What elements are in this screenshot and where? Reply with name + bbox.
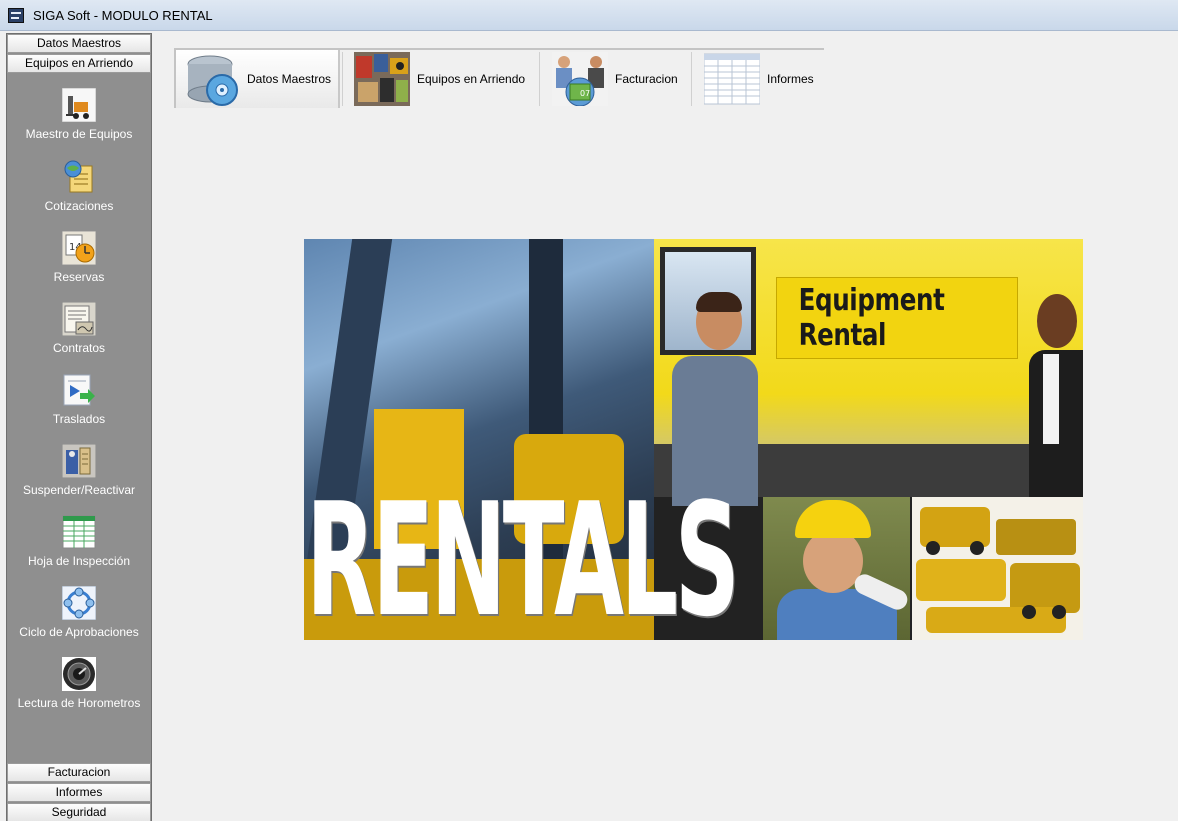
gauge-icon: [62, 657, 96, 691]
equipment-collage-icon: [354, 52, 410, 106]
rental-banner-image: Equipment Rental RENTALS: [304, 239, 1083, 640]
sidebar-section-informes[interactable]: Informes: [7, 783, 151, 802]
invoice-people-icon: 07: [552, 52, 608, 106]
toolbar-button-label: Facturacion: [615, 72, 678, 86]
contract-icon: [62, 302, 96, 336]
toolbar-separator: [342, 52, 343, 106]
toolbar-facturacion-button[interactable]: 07 Facturacion: [552, 50, 692, 108]
sidebar-item-reservas[interactable]: 14 Reservas: [7, 231, 151, 284]
construction-machines-photo: [912, 497, 1083, 640]
sidebar-item-hoja-de-inspeccion[interactable]: Hoja de Inspección: [7, 515, 151, 568]
toolbar-button-label: Informes: [767, 72, 814, 86]
toolbar-separator: [691, 52, 692, 106]
title-bar: SIGA Soft - MODULO RENTAL: [0, 0, 1178, 31]
database-disk-icon: [187, 55, 238, 106]
toolbar-button-label: Datos Maestros: [247, 72, 332, 86]
app-icon[interactable]: [8, 8, 24, 23]
toolbar-separator: [539, 52, 540, 106]
sidebar-item-maestro-de-equipos[interactable]: Maestro de Equipos: [7, 88, 151, 141]
sidebar: Datos Maestros Equipos en Arriendo Maest…: [6, 33, 152, 821]
equipment-rental-sign: Equipment Rental: [776, 277, 1018, 359]
rental-counter-photo: Equipment Rental: [654, 239, 1083, 510]
sidebar-item-label: Traslados: [52, 412, 106, 426]
sidebar-item-label: Cotizaciones: [44, 199, 114, 213]
toolbar-datos-maestros-button[interactable]: Datos Maestros: [176, 50, 340, 108]
sidebar-section-datos-maestros[interactable]: Datos Maestros: [7, 34, 151, 53]
svg-text:07: 07: [580, 89, 590, 98]
sidebar-item-ciclo-de-aprobaciones[interactable]: Ciclo de Aprobaciones: [7, 586, 151, 639]
window-title: SIGA Soft - MODULO RENTAL: [33, 8, 213, 23]
sidebar-item-label: Contratos: [52, 341, 106, 355]
sidebar-item-contratos[interactable]: Contratos: [7, 302, 151, 355]
spreadsheet-icon: [62, 515, 96, 549]
rentals-headline: RENTALS: [306, 469, 740, 640]
calendar-clock-icon: 14: [62, 231, 96, 265]
cycle-icon: [62, 586, 96, 620]
sidebar-item-label: Reservas: [53, 270, 105, 284]
sidebar-item-cotizaciones[interactable]: Cotizaciones: [7, 160, 151, 213]
sidebar-item-traslados[interactable]: Traslados: [7, 373, 151, 426]
toolbar-equipos-en-arriendo-button[interactable]: Equipos en Arriendo: [354, 50, 540, 108]
construction-worker-photo: [763, 497, 911, 640]
customer-figure: [666, 292, 758, 506]
sidebar-section-seguridad[interactable]: Seguridad: [7, 803, 151, 821]
sidebar-item-suspender-reactivar[interactable]: Suspender/Reactivar: [7, 444, 151, 497]
sidebar-section-equipos-en-arriendo[interactable]: Equipos en Arriendo: [7, 54, 151, 73]
toolbar-informes-button[interactable]: Informes: [704, 50, 824, 108]
sidebar-section-facturacion[interactable]: Facturacion: [7, 763, 151, 782]
sidebar-item-label: Suspender/Reactivar: [22, 483, 136, 497]
report-table-icon: [704, 53, 760, 105]
clerk-figure: [1029, 294, 1083, 510]
sidebar-item-label: Ciclo de Aprobaciones: [19, 625, 139, 639]
sidebar-item-label: Hoja de Inspección: [27, 554, 131, 568]
transfer-arrow-icon: [63, 374, 95, 406]
toolbar-button-label: Equipos en Arriendo: [417, 72, 526, 86]
suspend-icon: [62, 444, 96, 478]
forklift-icon: [62, 88, 96, 122]
sign-text: Equipment Rental: [798, 283, 945, 353]
sidebar-item-label: Maestro de Equipos: [25, 127, 133, 141]
globe-document-icon: [64, 160, 93, 193]
sidebar-item-lectura-de-horometros[interactable]: Lectura de Horometros: [7, 657, 151, 710]
module-toolbar: Datos Maestros Equipos en Arriendo 07 Fa…: [174, 48, 824, 108]
sidebar-item-label: Lectura de Horometros: [17, 696, 141, 710]
